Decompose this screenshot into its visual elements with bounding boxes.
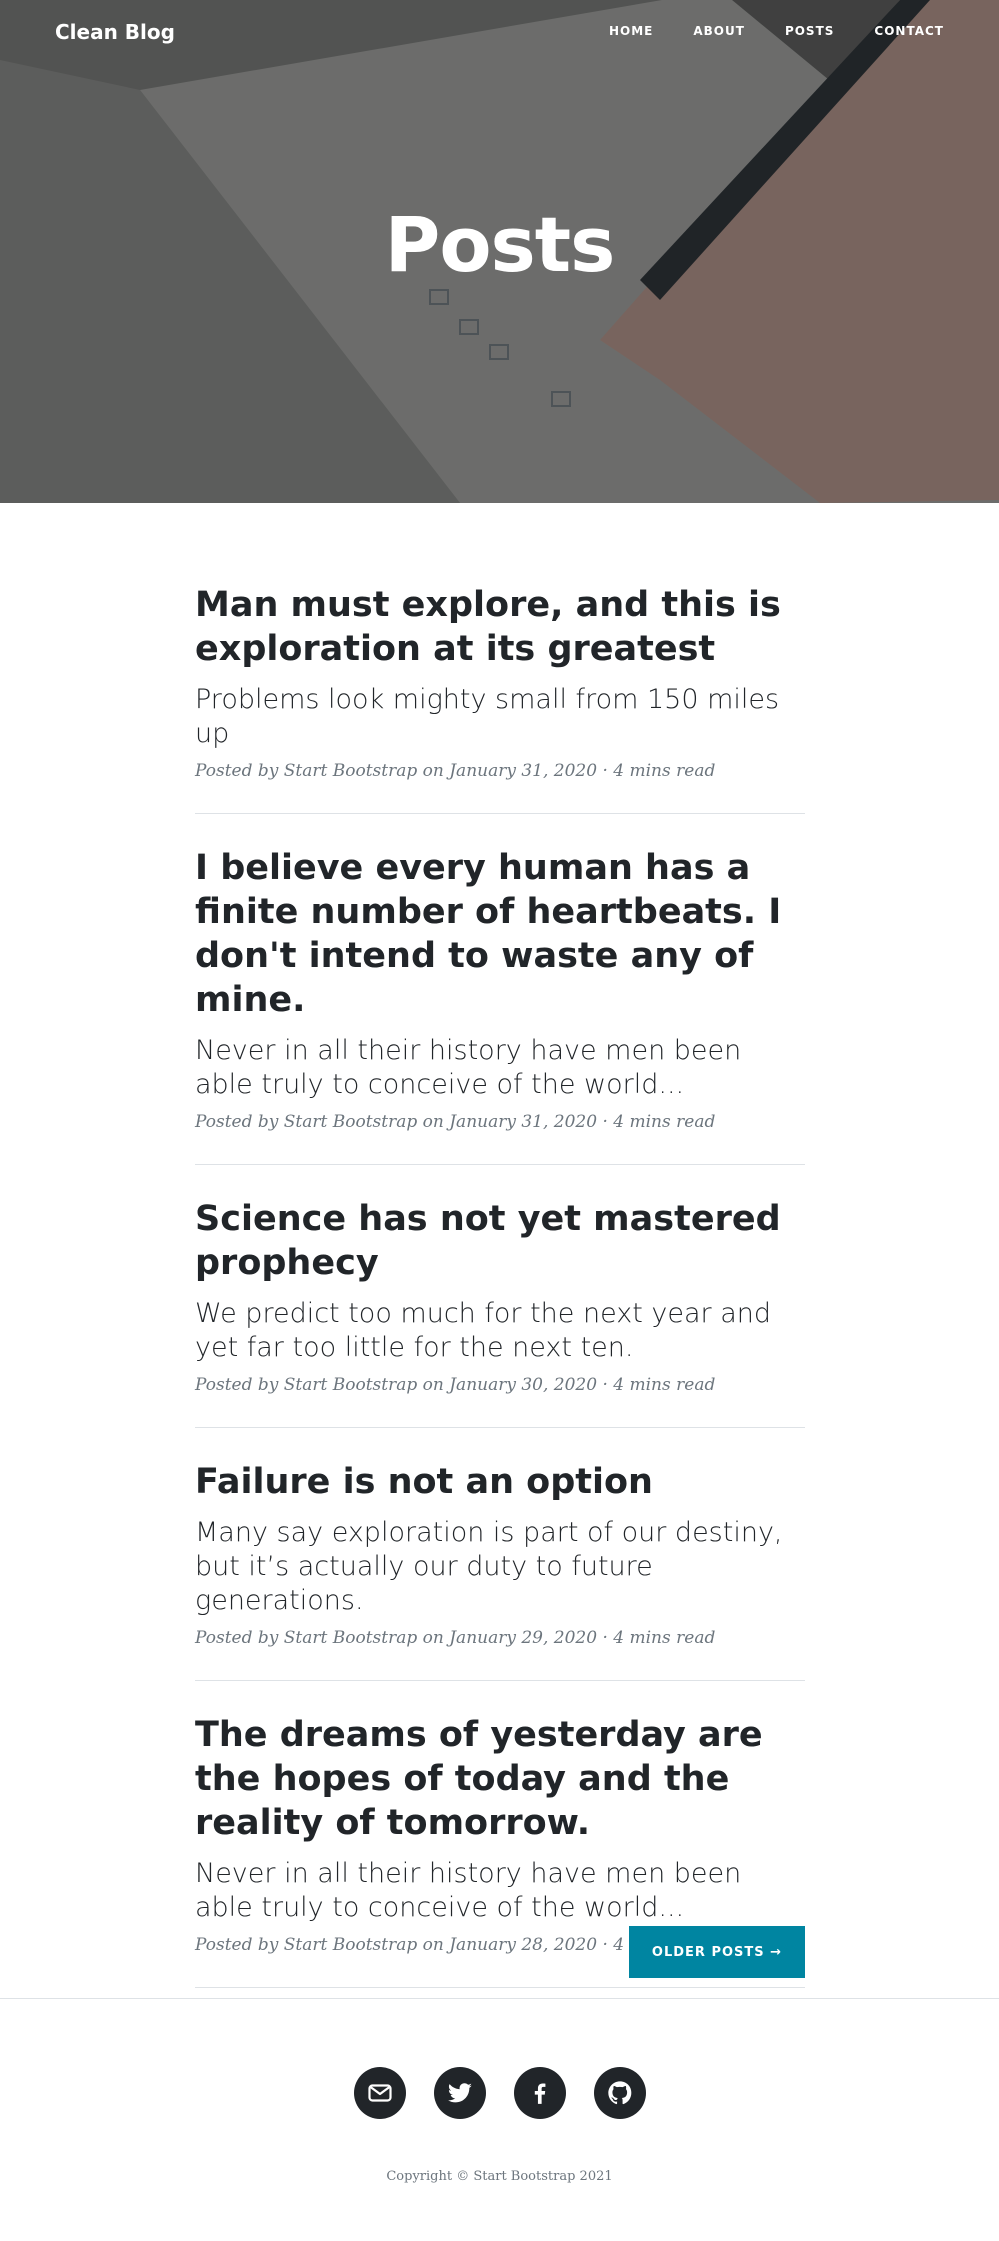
post-author-link[interactable]: Start Bootstrap (284, 1112, 417, 1132)
post-author-link[interactable]: Start Bootstrap (284, 1628, 417, 1648)
mail-link[interactable] (353, 2067, 406, 2119)
brand-logo-link[interactable]: Clean Blog (55, 20, 175, 44)
pagination: OLDER POSTS → (195, 1926, 805, 1978)
nav-link-about[interactable]: ABOUT (693, 24, 745, 38)
post-title-link[interactable]: Man must explore, and this is exploratio… (195, 583, 805, 671)
post-meta-prefix: Posted by (195, 1112, 284, 1132)
github-link[interactable] (593, 2067, 646, 2119)
nav-link-contact[interactable]: CONTACT (874, 24, 944, 38)
post-meta: Posted by Start Bootstrap on January 31,… (195, 761, 805, 781)
page-title: Posts (384, 200, 616, 289)
post-subtitle: Many say exploration is part of our dest… (195, 1517, 783, 1616)
post-author-link[interactable]: Start Bootstrap (284, 761, 417, 781)
twitter-icon (447, 2083, 472, 2103)
nav-link-home[interactable]: HOME (609, 24, 653, 38)
post-meta: Posted by Start Bootstrap on January 30,… (195, 1375, 805, 1395)
post-title-link[interactable]: The dreams of yesterday are the hopes of… (195, 1713, 805, 1845)
post-meta: Posted by Start Bootstrap on January 31,… (195, 1112, 805, 1132)
post-meta-date: on January 31, 2020 · 4 mins read (417, 1112, 716, 1132)
post-meta-date: on January 29, 2020 · 4 mins read (417, 1628, 716, 1648)
post-preview: Man must explore, and this is exploratio… (195, 583, 805, 814)
post-author-link[interactable]: Start Bootstrap (284, 1375, 417, 1395)
post-title-link[interactable]: Science has not yet mastered prophecy (195, 1197, 805, 1285)
post-meta-prefix: Posted by (195, 761, 284, 781)
nav-link-posts[interactable]: POSTS (785, 24, 834, 38)
post-meta-prefix: Posted by (195, 1628, 284, 1648)
copyright: Copyright © Start Bootstrap 2021 (386, 2169, 613, 2184)
post-meta-prefix: Posted by (195, 1375, 284, 1395)
footer: Copyright © Start Bootstrap 2021 (0, 1998, 999, 2241)
post-title-link[interactable]: Failure is not an option (195, 1460, 805, 1504)
post-subtitle: Never in all their history have men been… (195, 1035, 742, 1100)
post-list: Man must explore, and this is exploratio… (195, 583, 805, 2020)
post-subtitle: Problems look mighty small from 150 mile… (195, 684, 780, 749)
post-title-link[interactable]: I believe every human has a finite numbe… (195, 846, 805, 1022)
post-subtitle: We predict too much for the next year an… (195, 1298, 771, 1363)
post-preview: Science has not yet mastered prophecy We… (195, 1197, 805, 1428)
post-subtitle: Never in all their history have men been… (195, 1858, 742, 1923)
masthead: Clean Blog HOME ABOUT POSTS CONTACT Post… (0, 0, 999, 503)
navbar: Clean Blog HOME ABOUT POSTS CONTACT (0, 0, 999, 66)
post-meta-date: on January 30, 2020 · 4 mins read (417, 1375, 716, 1395)
post-preview: Failure is not an option Many say explor… (195, 1460, 805, 1681)
post-meta-date: on January 31, 2020 · 4 mins read (417, 761, 716, 781)
older-posts-button[interactable]: OLDER POSTS → (629, 1926, 805, 1978)
facebook-icon (534, 2083, 545, 2104)
facebook-link[interactable] (513, 2067, 566, 2119)
post-meta: Posted by Start Bootstrap on January 29,… (195, 1628, 805, 1648)
mail-icon (367, 2084, 392, 2102)
post-preview: I believe every human has a finite numbe… (195, 846, 805, 1165)
github-icon (607, 2081, 631, 2105)
twitter-link[interactable] (433, 2067, 486, 2119)
nav-links: HOME ABOUT POSTS CONTACT (609, 24, 944, 38)
social-links (0, 2067, 999, 2119)
